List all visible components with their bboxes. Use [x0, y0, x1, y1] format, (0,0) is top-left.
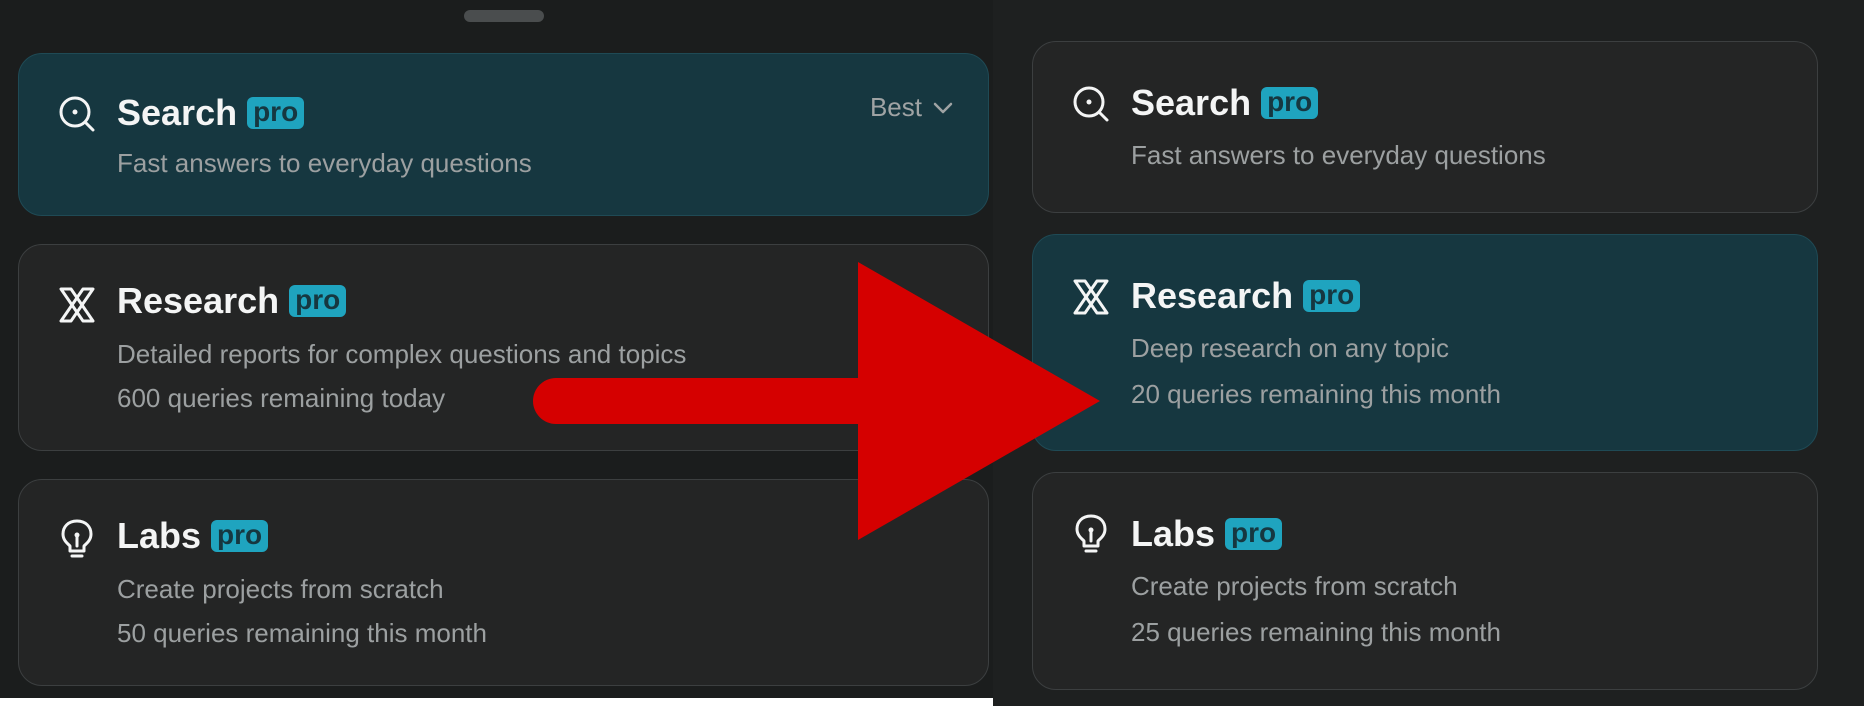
- search-icon: [1071, 84, 1111, 124]
- mode-description: Fast answers to everyday questions: [117, 148, 532, 178]
- mode-card-search[interactable]: Search pro Fast answers to everyday ques…: [18, 53, 989, 216]
- mode-title: Labs: [117, 515, 202, 556]
- model-dropdown[interactable]: Best: [870, 92, 954, 123]
- lightbulb-icon: [57, 518, 97, 558]
- mode-description: Create projects from scratch: [1131, 571, 1458, 601]
- search-icon: [57, 94, 97, 134]
- mode-title: Search: [117, 92, 238, 133]
- left-mode-panel: Search pro Fast answers to everyday ques…: [0, 0, 993, 698]
- mode-card-research[interactable]: Research pro Deep research on any topic …: [1032, 234, 1818, 451]
- pro-badge: pro: [1261, 87, 1319, 119]
- lightbulb-icon: [1071, 513, 1111, 553]
- mode-card-labs[interactable]: Labs pro Create projects from scratch 25…: [1032, 472, 1818, 690]
- pro-badge: pro: [247, 97, 305, 129]
- pro-badge: pro: [1303, 280, 1361, 312]
- mode-description: Deep research on any topic: [1131, 333, 1449, 363]
- mode-card-search[interactable]: Search pro Fast answers to everyday ques…: [1032, 41, 1818, 213]
- mode-title: Labs: [1131, 513, 1216, 554]
- mode-description: Fast answers to everyday questions: [1131, 140, 1546, 170]
- mode-description: Detailed reports for complex questions a…: [117, 339, 687, 369]
- mode-title: Research: [1131, 275, 1294, 316]
- queries-remaining: 50 queries remaining this month: [117, 618, 487, 648]
- atom-icon: [1071, 277, 1111, 317]
- drag-handle[interactable]: [464, 10, 544, 22]
- mode-title: Research: [117, 280, 280, 321]
- queries-remaining: 25 queries remaining this month: [1131, 617, 1501, 647]
- atom-icon: [57, 285, 97, 325]
- dropdown-label: Best: [869, 92, 922, 122]
- pro-badge: pro: [211, 520, 269, 552]
- queries-remaining: 600 queries remaining today: [117, 383, 446, 413]
- pro-badge: pro: [1225, 518, 1283, 550]
- queries-remaining: 20 queries remaining this month: [1131, 379, 1501, 409]
- right-mode-panel: Search pro Fast answers to everyday ques…: [993, 0, 1864, 706]
- chevron-down-icon: [933, 102, 953, 113]
- pro-badge: pro: [289, 285, 347, 317]
- mode-card-research[interactable]: Research pro Detailed reports for comple…: [18, 244, 989, 451]
- mode-title: Search: [1131, 82, 1252, 123]
- mode-card-labs[interactable]: Labs pro Create projects from scratch 50…: [18, 479, 989, 686]
- mode-description: Create projects from scratch: [117, 574, 444, 604]
